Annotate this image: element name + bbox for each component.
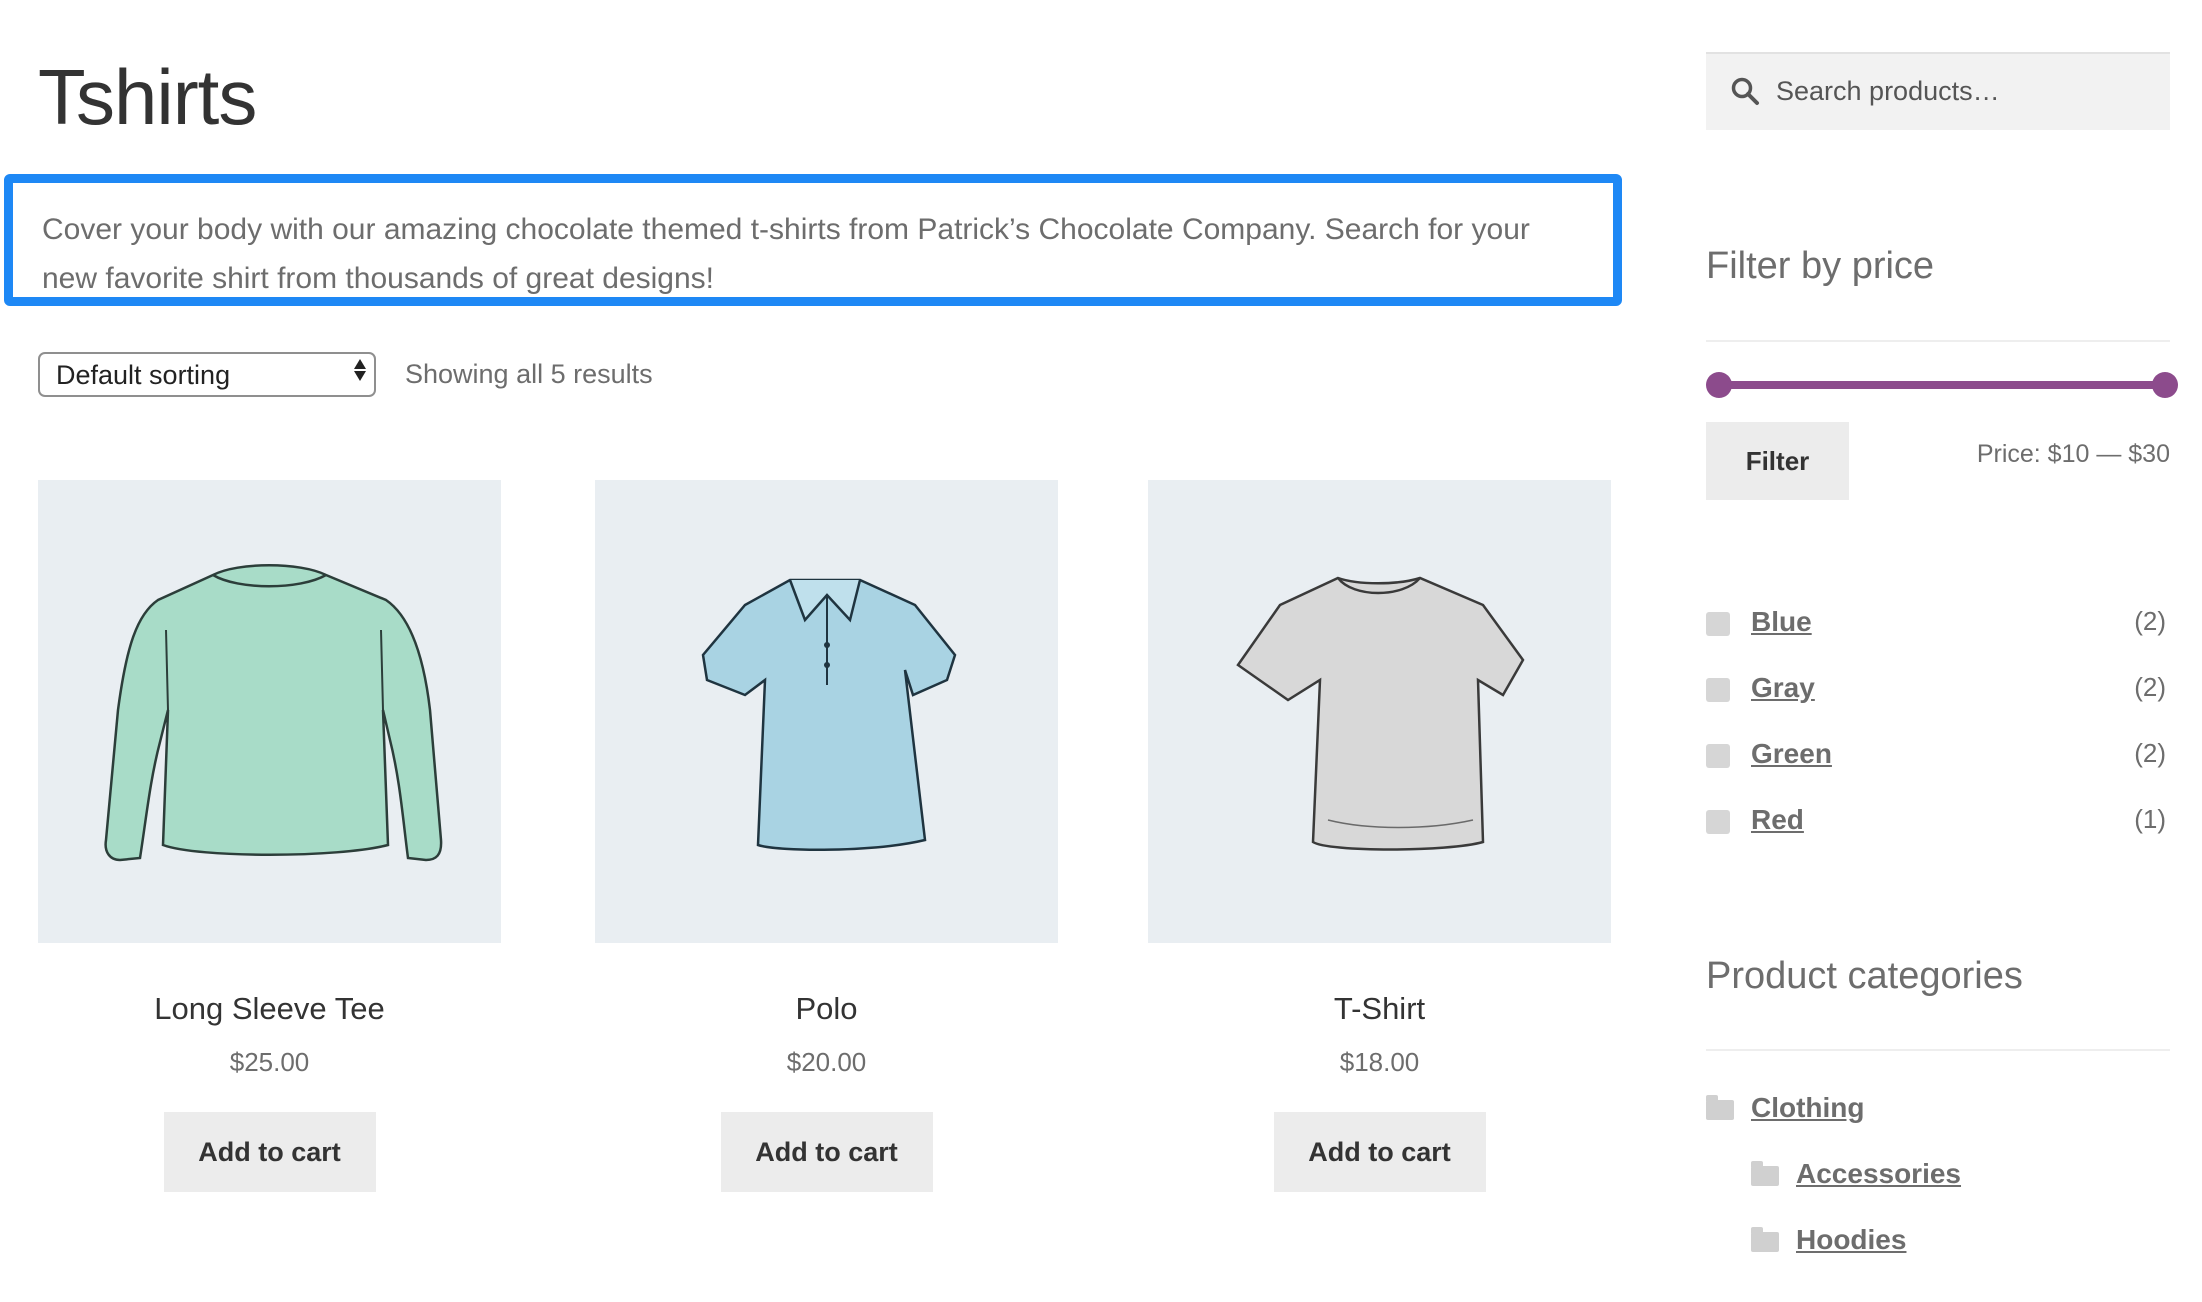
attribute-count: (2) <box>2134 672 2166 702</box>
sorting-select[interactable]: Default sorting <box>38 352 376 397</box>
attribute-link[interactable]: Blue <box>1751 606 1812 638</box>
price-slider-track[interactable] <box>1716 381 2166 389</box>
filter-button[interactable]: Filter <box>1706 422 1849 500</box>
checkbox-icon[interactable] <box>1706 678 1730 702</box>
attribute-filter-red[interactable]: Red (1) <box>1706 804 2170 844</box>
category-description-highlight: Cover your body with our amazing chocola… <box>4 174 1622 306</box>
add-to-cart-button[interactable]: Add to cart <box>163 1112 376 1193</box>
price-range-label: Price: $10 — $30 <box>1976 440 2170 468</box>
category-link[interactable]: Clothing <box>1751 1092 1865 1124</box>
widget-divider <box>1706 1049 2170 1051</box>
folder-icon <box>1706 1095 1734 1120</box>
product-price: $20.00 <box>786 1047 867 1078</box>
category-link[interactable]: Accessories <box>1796 1158 1961 1190</box>
checkbox-icon[interactable] <box>1706 744 1730 768</box>
add-to-cart-button[interactable]: Add to cart <box>720 1112 933 1193</box>
polo-shirt-icon <box>701 578 957 851</box>
product-image[interactable] <box>595 480 1058 943</box>
price-slider-min-handle[interactable] <box>1706 372 1732 398</box>
select-arrows-icon <box>354 359 366 381</box>
product-name[interactable]: Long Sleeve Tee <box>38 990 501 1027</box>
product-name[interactable]: Polo <box>595 990 1058 1027</box>
product-categories-title: Product categories <box>1706 955 2023 997</box>
long-sleeve-tee-icon <box>104 564 443 862</box>
price-slider-max-handle[interactable] <box>2152 372 2178 398</box>
checkbox-icon[interactable] <box>1706 810 1730 834</box>
product-price: $18.00 <box>1339 1047 1420 1078</box>
search-box <box>1706 52 2170 130</box>
product-name[interactable]: T-Shirt <box>1148 990 1611 1027</box>
add-to-cart-button[interactable]: Add to cart <box>1273 1112 1486 1193</box>
sorting-selected-value: Default sorting <box>56 360 231 390</box>
product-price: $25.00 <box>229 1047 310 1078</box>
tshirt-icon <box>1236 576 1525 851</box>
attribute-link[interactable]: Gray <box>1751 672 1815 704</box>
category-description: Cover your body with our amazing chocola… <box>42 213 1530 295</box>
attribute-filter-blue[interactable]: Blue (2) <box>1706 606 2170 646</box>
result-count: Showing all 5 results <box>405 359 653 389</box>
attribute-count: (2) <box>2134 606 2166 636</box>
product-card: Polo $20.00 Add to cart <box>595 480 1058 1193</box>
filter-by-price-title: Filter by price <box>1706 245 1935 287</box>
product-card: T-Shirt $18.00 Add to cart <box>1148 480 1611 1193</box>
attribute-link[interactable]: Red <box>1751 804 1804 836</box>
search-icon <box>1731 77 1759 105</box>
folder-icon <box>1751 1161 1779 1186</box>
product-image[interactable] <box>38 480 501 943</box>
attribute-link[interactable]: Green <box>1751 738 1832 770</box>
folder-icon <box>1751 1227 1779 1252</box>
attribute-filter-gray[interactable]: Gray (2) <box>1706 672 2170 712</box>
category-link[interactable]: Hoodies <box>1796 1224 1906 1256</box>
attribute-count: (1) <box>2134 804 2166 834</box>
checkbox-icon[interactable] <box>1706 612 1730 636</box>
attribute-filter-green[interactable]: Green (2) <box>1706 738 2170 778</box>
product-image[interactable] <box>1148 480 1611 943</box>
attribute-count: (2) <box>2134 738 2166 768</box>
page-title: Tshirts <box>38 53 257 141</box>
product-card: Long Sleeve Tee $25.00 Add to cart <box>38 480 501 1193</box>
widget-divider <box>1706 340 2170 342</box>
search-input[interactable] <box>1774 70 2158 112</box>
